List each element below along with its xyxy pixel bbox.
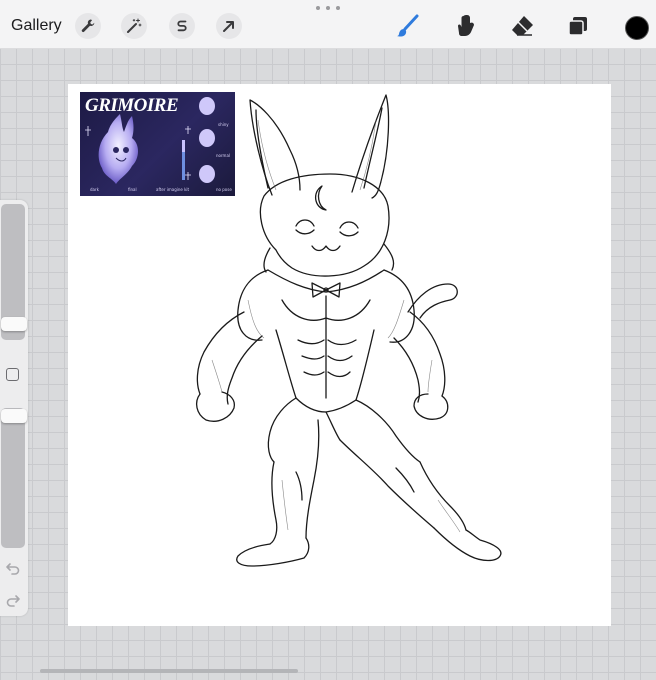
selection-s-icon: [177, 20, 187, 32]
reference-label: no pose: [216, 187, 232, 192]
undo-icon[interactable]: [5, 560, 21, 576]
reference-label: after imagine kit: [156, 187, 190, 192]
gallery-button[interactable]: Gallery: [11, 17, 62, 35]
smudge-tool[interactable]: [451, 12, 479, 40]
reference-image[interactable]: GRIMOIRE dark final after imagine kit sh…: [80, 92, 235, 196]
modify-button[interactable]: [6, 368, 19, 381]
window-handle-dots[interactable]: [316, 6, 340, 12]
wrench-icon: [81, 19, 95, 33]
transform-button[interactable]: [216, 13, 242, 39]
opacity-thumb[interactable]: [1, 409, 27, 423]
eraser-tool[interactable]: [508, 12, 536, 40]
opacity-slider[interactable]: [1, 408, 27, 548]
reference-label: normal: [216, 153, 231, 158]
left-sidebar: [0, 200, 28, 616]
top-toolbar: Gallery: [0, 0, 656, 49]
reference-label: final: [128, 187, 137, 192]
adjustments-button[interactable]: [121, 13, 147, 39]
reference-label: shiny: [218, 122, 229, 127]
layers-button[interactable]: [564, 12, 592, 40]
redo-icon[interactable]: [5, 592, 21, 608]
brush-tool[interactable]: [394, 12, 422, 40]
brush-icon: [397, 14, 419, 37]
magic-wand-icon: [127, 18, 142, 33]
layers-icon: [568, 17, 587, 36]
ghost-illustration: [85, 97, 215, 184]
eraser-icon: [512, 16, 533, 36]
color-picker-button[interactable]: [625, 16, 649, 40]
brush-size-thumb[interactable]: [1, 317, 27, 331]
horizontal-scrollbar[interactable]: [40, 669, 298, 673]
selection-button[interactable]: [169, 13, 195, 39]
actions-button[interactable]: [75, 13, 101, 39]
reference-label: dark: [90, 187, 99, 192]
smudge-icon: [458, 15, 474, 36]
transform-arrow-icon: [223, 21, 234, 32]
brush-size-slider[interactable]: [1, 204, 27, 340]
